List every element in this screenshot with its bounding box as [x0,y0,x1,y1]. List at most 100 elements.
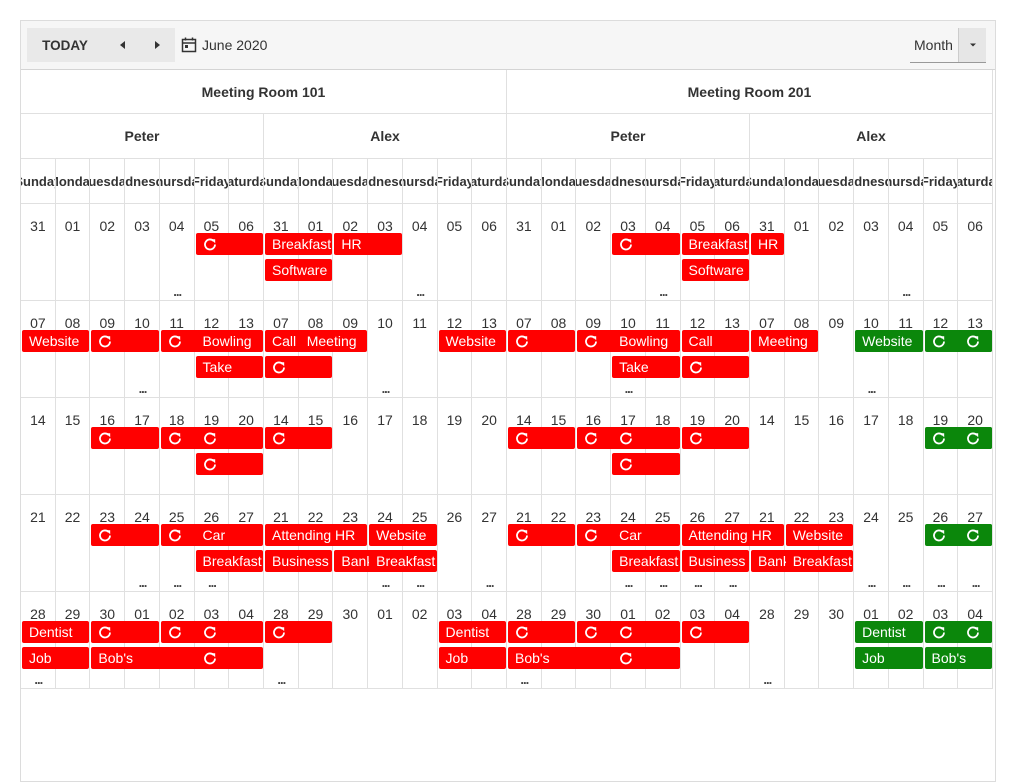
more-appointments-button[interactable]: ... [410,285,430,298]
recurring-appointment[interactable] [681,356,749,378]
more-appointments-button[interactable]: ... [966,576,986,589]
more-appointments-button[interactable]: ... [202,576,222,589]
recurring-appointment[interactable] [91,427,159,449]
appointment[interactable]: Website [369,524,437,546]
recurring-appointment[interactable] [195,233,263,255]
day-cell[interactable]: 18 [402,398,438,495]
appointment[interactable]: Breakfast [612,550,680,572]
day-cell[interactable]: 11 [402,301,438,398]
appointment[interactable]: Job [855,647,923,669]
appointment[interactable]: Meeting [751,330,819,352]
day-cell[interactable]: 22 [55,495,91,592]
recurring-appointment[interactable] [508,621,576,643]
recurring-appointment[interactable] [681,427,749,449]
day-cell[interactable]: 15 [55,398,91,495]
recurring-appointment[interactable] [508,427,576,449]
appointment[interactable]: Car [612,524,680,546]
recurring-appointment[interactable] [612,233,680,255]
recurring-appointment[interactable] [195,453,263,475]
more-appointments-button[interactable]: ... [167,285,187,298]
more-appointments-button[interactable]: ... [931,576,951,589]
day-cell[interactable]: 02 [819,204,855,301]
appointment[interactable]: Attending HR [681,524,784,546]
more-appointments-button[interactable]: ... [861,576,881,589]
appointment[interactable]: Take [612,356,680,378]
more-appointments-button[interactable]: ... [723,576,743,589]
appointment[interactable]: Dentist [855,621,923,643]
day-cell[interactable]: 01 [368,592,403,689]
recurring-appointment[interactable] [612,621,680,643]
more-appointments-button[interactable]: ... [861,382,881,395]
more-appointments-button[interactable]: ... [28,673,48,686]
more-appointments-button[interactable]: ... [653,576,673,589]
day-cell[interactable]: 17 [368,398,403,495]
appointment[interactable]: Job [438,647,506,669]
more-appointments-button[interactable]: ... [375,576,395,589]
next-button[interactable] [143,28,171,62]
recurring-appointment[interactable] [265,427,333,449]
more-appointments-button[interactable]: ... [167,576,187,589]
day-cell[interactable]: 03 [125,204,160,301]
recurring-appointment[interactable] [195,647,263,669]
appointment[interactable]: Breakfast [369,550,437,572]
day-cell[interactable]: 03 [854,204,889,301]
day-cell[interactable]: 05 [923,204,959,301]
recurring-appointment[interactable] [195,427,263,449]
appointment[interactable]: Job [22,647,90,669]
appointment[interactable]: Breakfast [785,550,854,572]
appointment[interactable]: Website [785,524,854,546]
day-cell[interactable]: 31 [21,204,56,301]
more-appointments-button[interactable]: ... [132,382,152,395]
recurring-appointment[interactable] [959,524,992,546]
more-appointments-button[interactable]: ... [688,576,708,589]
day-cell[interactable]: 30 [819,592,855,689]
appointment[interactable]: Breakfast [265,233,333,255]
appointment[interactable]: Breakfast [195,550,263,572]
more-appointments-button[interactable]: ... [896,285,916,298]
view-dropdown-button[interactable] [958,28,986,62]
more-appointments-button[interactable]: ... [618,576,638,589]
appointment[interactable]: Breakfast [681,233,749,255]
previous-button[interactable] [109,28,137,62]
more-appointments-button[interactable]: ... [132,576,152,589]
appointment[interactable]: Take [195,356,263,378]
appointment[interactable]: Software [265,259,333,281]
more-appointments-button[interactable]: ... [757,673,777,686]
today-button[interactable]: TODAY [27,28,103,62]
day-cell[interactable]: 01 [784,204,820,301]
recurring-appointment[interactable] [681,621,749,643]
recurring-appointment[interactable] [195,621,263,643]
recurring-appointment[interactable] [612,647,680,669]
day-cell[interactable]: 18 [888,398,924,495]
appointment[interactable]: HR [751,233,784,255]
appointment[interactable]: Software [681,259,749,281]
day-cell[interactable]: 02 [90,204,126,301]
more-appointments-button[interactable]: ... [618,382,638,395]
appointment[interactable]: Business [265,550,333,572]
day-cell[interactable]: 06 [472,204,507,301]
day-cell[interactable]: 16 [819,398,855,495]
view-switcher[interactable]: Month [910,28,986,63]
more-appointments-button[interactable]: ... [480,576,500,589]
day-cell[interactable]: 05 [437,204,473,301]
more-appointments-button[interactable]: ... [514,673,534,686]
appointment[interactable]: Car [195,524,263,546]
recurring-appointment[interactable] [265,621,333,643]
appointment[interactable]: Website [438,330,506,352]
more-appointments-button[interactable]: ... [410,576,430,589]
recurring-appointment[interactable] [508,330,576,352]
more-appointments-button[interactable]: ... [896,576,916,589]
day-cell[interactable]: 02 [402,592,438,689]
appointment[interactable]: Meeting [299,330,368,352]
recurring-appointment[interactable] [612,453,680,475]
appointment[interactable]: Website [855,330,923,352]
day-cell[interactable]: 20 [472,398,507,495]
recurring-appointment[interactable] [91,330,159,352]
day-cell[interactable]: 14 [750,398,785,495]
day-cell[interactable]: 17 [854,398,889,495]
appointment[interactable]: Website [22,330,90,352]
day-cell[interactable]: 19 [437,398,473,495]
recurring-appointment[interactable] [91,524,159,546]
appointment[interactable]: Attending HR [265,524,368,546]
day-cell[interactable]: 02 [576,204,612,301]
